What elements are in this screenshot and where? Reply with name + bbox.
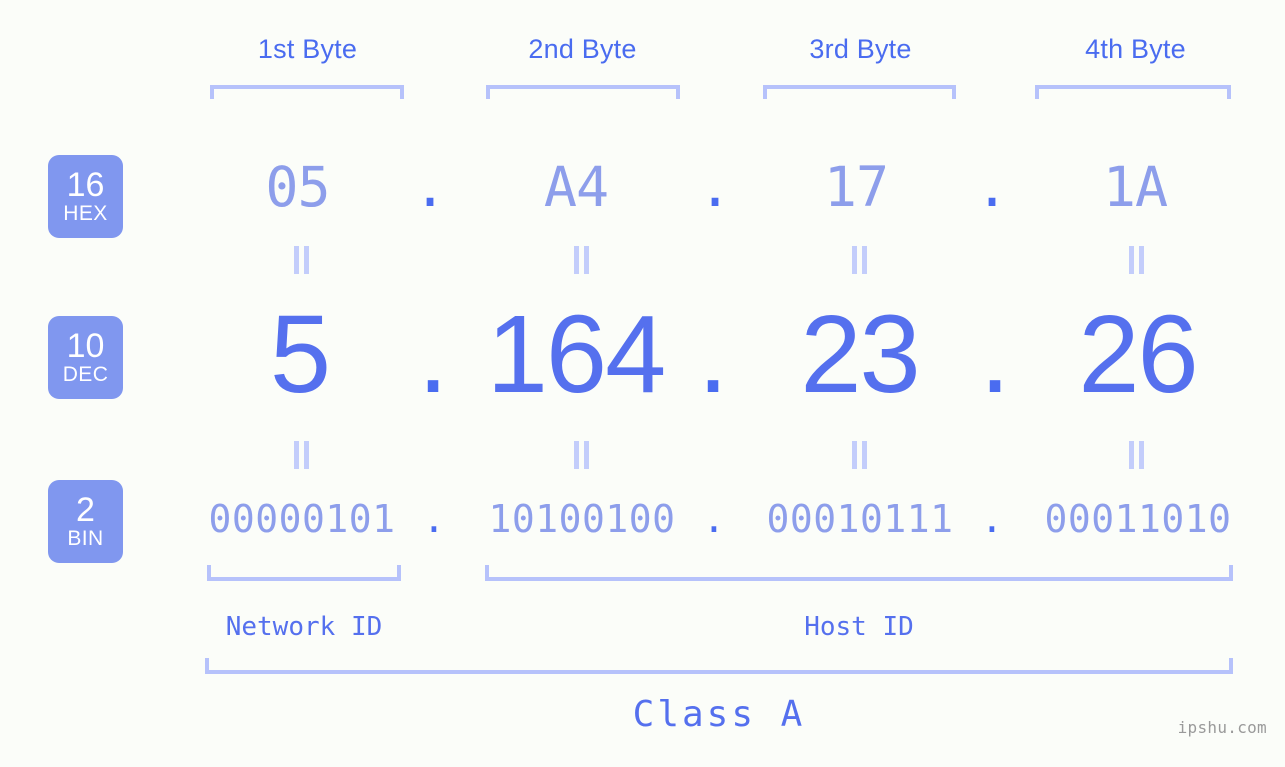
byte-header-label-3: 3rd Byte (809, 34, 912, 64)
dec-value-byte-4: 26 (1078, 293, 1198, 416)
radix-badge-dec-system: DEC (62, 362, 109, 386)
hex-value-byte-1: 05 (265, 155, 330, 219)
radix-badge-dec-number: 10 (66, 326, 105, 365)
hex-separator-1: . (413, 155, 447, 219)
network-id-bracket (207, 565, 401, 581)
equals-marker-dec-bin-3 (849, 441, 871, 469)
equals-marker-hex-dec-2 (571, 246, 593, 274)
class-label: Class A (632, 694, 806, 735)
byte-header-label-1: 1st Byte (257, 34, 358, 64)
radix-badge-bin-system: BIN (67, 526, 104, 550)
radix-badge-hex-system: HEX (63, 201, 108, 225)
bin-separator-1: . (422, 497, 446, 541)
hex-separator-3: . (975, 155, 1009, 219)
equals-marker-hex-dec-3 (849, 246, 871, 274)
hex-separator-2: . (698, 155, 732, 219)
radix-badge-hex: 16 HEX (48, 155, 123, 238)
radix-badge-dec: 10 DEC (48, 316, 123, 399)
equals-marker-dec-bin-2 (571, 441, 593, 469)
radix-badge-bin-number: 2 (76, 490, 95, 529)
dec-separator-2: . (697, 293, 729, 416)
byte-bracket-top-2 (486, 85, 680, 99)
bin-separator-2: . (702, 497, 726, 541)
bin-value-byte-2: 10100100 (488, 497, 676, 541)
dec-value-byte-2: 164 (486, 293, 667, 416)
radix-badge-bin: 2 BIN (48, 480, 123, 563)
dec-value-byte-1: 5 (269, 293, 331, 416)
network-id-label: Network ID (225, 612, 383, 642)
byte-header-label-2: 2nd Byte (528, 34, 637, 64)
ip-byte-breakdown-diagram: 1st Byte 2nd Byte 3rd Byte 4th Byte 16 H… (0, 0, 1285, 767)
dec-separator-1: . (417, 293, 449, 416)
hex-value-byte-4: 1A (1102, 155, 1168, 219)
class-bracket (205, 658, 1233, 674)
byte-header-label-4: 4th Byte (1085, 34, 1186, 64)
equals-marker-dec-bin-1 (291, 441, 313, 469)
bin-value-byte-4: 00011010 (1044, 497, 1232, 541)
equals-marker-hex-dec-4 (1126, 246, 1148, 274)
bin-value-byte-1: 00000101 (208, 497, 396, 541)
byte-bracket-top-4 (1035, 85, 1231, 99)
hex-value-byte-2: A4 (543, 155, 609, 219)
watermark: ipshu.com (1177, 718, 1267, 737)
hex-value-byte-3: 17 (823, 155, 889, 219)
host-id-label: Host ID (804, 612, 914, 642)
radix-badge-hex-number: 16 (66, 165, 105, 204)
equals-marker-hex-dec-1 (291, 246, 313, 274)
dec-separator-3: . (979, 293, 1011, 416)
bin-value-byte-3: 00010111 (766, 497, 954, 541)
host-id-bracket (485, 565, 1233, 581)
equals-marker-dec-bin-4 (1126, 441, 1148, 469)
dec-value-byte-3: 23 (800, 293, 920, 416)
bin-separator-3: . (980, 497, 1004, 541)
byte-bracket-top-3 (763, 85, 956, 99)
byte-bracket-top-1 (210, 85, 404, 99)
